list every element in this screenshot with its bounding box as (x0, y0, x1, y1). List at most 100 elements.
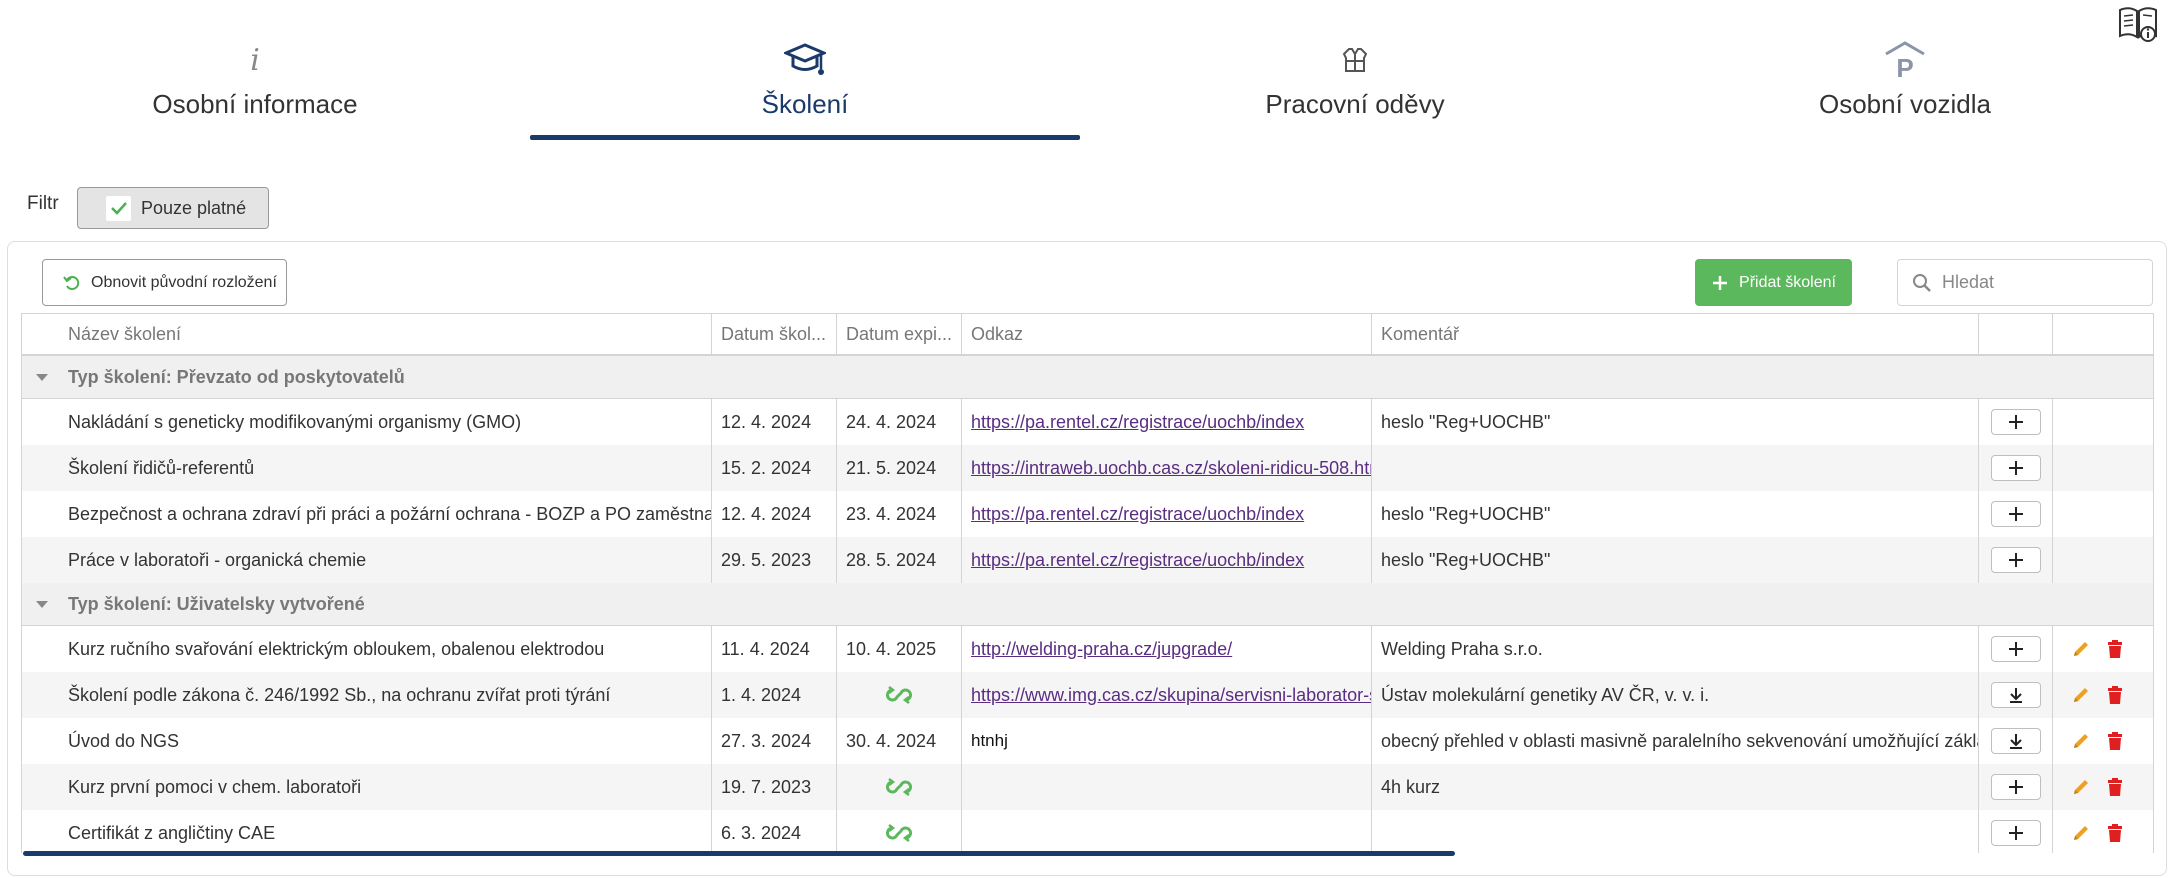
expiry-date: 24. 4. 2024 (837, 399, 962, 445)
table-row[interactable]: Kurz ručního svařování elektrickým oblou… (22, 626, 2153, 672)
search-input[interactable] (1942, 272, 2142, 293)
add-certificate-button[interactable] (1990, 820, 2041, 846)
column-header-link[interactable]: Odkaz (962, 314, 1372, 354)
action-cell (1979, 672, 2053, 718)
download-button[interactable] (1990, 682, 2041, 708)
link-cell: https://pa.rentel.cz/registrace/uochb/in… (962, 537, 1372, 583)
help-book-icon[interactable] (2117, 4, 2159, 42)
table-row[interactable]: Školení podle zákona č. 246/1992 Sb., na… (22, 672, 2153, 718)
restore-layout-button[interactable]: Obnovit původní rozložení (42, 259, 287, 306)
link-cell: https://intraweb.uochb.cas.cz/skoleni-ri… (962, 445, 1372, 491)
group-row[interactable]: Typ školení: Uživatelsky vytvořené (22, 583, 2153, 626)
collapse-caret-icon[interactable] (36, 373, 48, 381)
row-actions (2071, 823, 2125, 843)
filter-label: Filtr (27, 193, 59, 214)
tab-pracovni-odevy[interactable]: Pracovní oděvy (1150, 40, 1560, 140)
training-link[interactable]: http://welding-praha.cz/jupgrade/ (971, 639, 1232, 660)
table-row[interactable]: Úvod do NGS 27. 3. 2024 30. 4. 2024 htnhj ob… (22, 718, 2153, 764)
table-row[interactable]: Bezpečnost a ochrana zdraví při práci a … (22, 491, 2153, 537)
tab-osobni-informace[interactable]: i Osobní informace (50, 40, 460, 140)
plus-icon (2008, 506, 2024, 522)
action-cell (1979, 537, 2053, 583)
training-link[interactable]: https://pa.rentel.cz/registrace/uochb/in… (971, 550, 1304, 571)
pencil-icon[interactable] (2071, 731, 2091, 751)
action-cell (1979, 399, 2053, 445)
download-icon (2008, 733, 2024, 749)
add-certificate-button[interactable] (1990, 501, 2041, 527)
info-icon: i (250, 42, 260, 78)
plus-icon (1713, 275, 1728, 290)
column-header-date[interactable]: Datum škol... (712, 314, 837, 354)
training-comment: heslo "Reg+UOCHB" (1372, 537, 1979, 583)
training-name: Certifikát z angličtiny CAE (22, 810, 712, 853)
tab-label: Osobní vozidla (1819, 89, 1991, 119)
edit-actions-cell (2053, 537, 2153, 583)
add-training-button[interactable]: Přidat školení (1695, 259, 1852, 306)
add-certificate-button[interactable] (1990, 547, 2041, 573)
training-name: Práce v laboratoři - organická chemie (22, 537, 712, 583)
expiry-date (837, 672, 962, 718)
download-button[interactable] (1990, 728, 2041, 754)
graduation-cap-icon (530, 40, 1080, 80)
training-link[interactable]: https://www.img.cas.cz/skupina/servisni-… (971, 685, 1371, 706)
pencil-icon[interactable] (2071, 639, 2091, 659)
trash-icon[interactable] (2105, 731, 2125, 751)
add-certificate-button[interactable] (1990, 636, 2041, 662)
expiry-date: 23. 4. 2024 (837, 491, 962, 537)
horizontal-scrollbar[interactable] (23, 851, 1455, 856)
training-comment: obecný přehled v oblasti masivně paralel… (1372, 718, 1979, 764)
training-link[interactable]: https://pa.rentel.cz/registrace/uochb/in… (971, 504, 1304, 525)
edit-actions-cell (2053, 764, 2153, 810)
table-row[interactable]: Práce v laboratoři - organická chemie 29.… (22, 537, 2153, 583)
row-actions (2071, 685, 2125, 705)
infinity-icon (884, 822, 914, 844)
expiry-date: 10. 4. 2025 (837, 626, 962, 672)
tab-label: Osobní informace (152, 89, 358, 119)
tab-label: Školení (761, 89, 849, 119)
group-header: Typ školení: Uživatelsky vytvořené (22, 594, 365, 615)
expiry-date: 21. 5. 2024 (837, 445, 962, 491)
row-actions (2071, 639, 2125, 659)
svg-text:P: P (1896, 53, 1913, 80)
column-header-edit (2053, 314, 2153, 354)
training-date: 1. 4. 2024 (712, 672, 837, 718)
tab-osobni-vozidla[interactable]: P Osobní vozidla (1700, 40, 2110, 140)
tab-skoleni[interactable]: Školení (530, 40, 1080, 140)
plus-icon (2008, 779, 2024, 795)
edit-actions-cell (2053, 810, 2153, 853)
column-header-comment[interactable]: Komentář (1372, 314, 1979, 354)
pencil-icon[interactable] (2071, 685, 2091, 705)
action-cell (1979, 491, 2053, 537)
valid-only-toggle[interactable]: Pouze platné (77, 187, 269, 229)
expiry-date (837, 764, 962, 810)
training-link[interactable]: https://pa.rentel.cz/registrace/uochb/in… (971, 412, 1304, 433)
pencil-icon[interactable] (2071, 823, 2091, 843)
table-row[interactable]: Školení řidičů-referentů 15. 2. 2024 21. 5… (22, 445, 2153, 491)
collapse-caret-icon[interactable] (36, 600, 48, 608)
trash-icon[interactable] (2105, 777, 2125, 797)
add-certificate-button[interactable] (1990, 774, 2041, 800)
column-header-expiry[interactable]: Datum expi... (837, 314, 962, 354)
link-cell: http://welding-praha.cz/jupgrade/ (962, 626, 1372, 672)
table-row[interactable]: Kurz první pomoci v chem. laboratoři 19. … (22, 764, 2153, 810)
link-cell: https://www.img.cas.cz/skupina/servisni-… (962, 672, 1372, 718)
action-cell (1979, 626, 2053, 672)
trash-icon[interactable] (2105, 685, 2125, 705)
group-row[interactable]: Typ školení: Převzato od poskytovatelů (22, 356, 2153, 399)
row-actions (2071, 777, 2125, 797)
table-row[interactable]: Certifikát z angličtiny CAE 6. 3. 2024 (22, 810, 2153, 853)
restore-layout-label: Obnovit původní rozložení (91, 273, 277, 291)
training-link[interactable]: https://intraweb.uochb.cas.cz/skoleni-ri… (971, 458, 1371, 479)
infinity-icon (884, 684, 914, 706)
trash-icon[interactable] (2105, 823, 2125, 843)
row-actions (2071, 731, 2125, 751)
pencil-icon[interactable] (2071, 777, 2091, 797)
add-certificate-button[interactable] (1990, 409, 2041, 435)
table-row[interactable]: Nakládání s geneticky modifikovanými org… (22, 399, 2153, 445)
column-header-name[interactable]: Název školení (22, 314, 712, 354)
add-certificate-button[interactable] (1990, 455, 2041, 481)
trash-icon[interactable] (2105, 639, 2125, 659)
vest-icon (1150, 40, 1560, 80)
edit-actions-cell (2053, 672, 2153, 718)
tab-label: Pracovní oděvy (1265, 89, 1445, 119)
